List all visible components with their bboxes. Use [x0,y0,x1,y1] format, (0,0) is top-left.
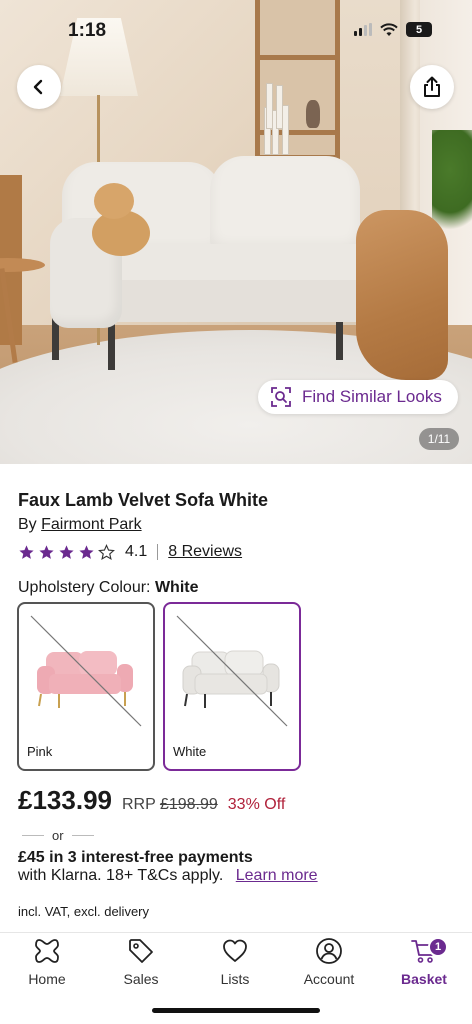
nav-home[interactable]: Home [7,937,87,987]
chevron-left-icon [33,79,43,95]
status-time: 1:18 [68,20,107,41]
white-sofa-thumbnail [176,615,288,727]
visual-search-icon [271,387,291,407]
nav-label: Home [28,971,66,987]
sofa-base [96,280,396,322]
rrp: RRP £198.99 [122,796,218,814]
star-filled-icon [19,544,34,559]
home-icon [35,939,59,963]
learn-more-link[interactable]: Learn more [236,867,318,884]
star-empty-icon [98,543,115,560]
klarna-terms-text: with Klarna. 18+ T&Cs apply. [18,867,224,884]
colour-option-label: White [173,744,207,759]
vat-note: incl. VAT, excl. delivery [18,904,150,919]
product-image[interactable]: 1:18 5 Find Similar Looks 1/11 [0,0,472,464]
share-icon [424,76,440,97]
rating-row: 4.1 8 Reviews [18,543,242,561]
heart-icon [223,939,247,962]
current-price: £133.99 [18,785,112,815]
rating-stars [18,543,115,561]
tag-icon [129,939,153,963]
discount-badge: 33% Off [227,796,286,813]
nav-lists[interactable]: Lists [195,937,275,987]
upholstery-label: Upholstery Colour: [18,579,151,596]
product-title: Faux Lamb Velvet Sofa White [18,490,269,510]
nav-basket[interactable]: 1 Basket [384,937,464,987]
klarna-headline: £45 in 3 interest-free payments [18,849,253,866]
reviews-link[interactable]: 8 Reviews [168,543,242,561]
star-filled-icon [79,544,94,559]
home-indicator [152,1008,320,1013]
nav-sales[interactable]: Sales [101,937,181,987]
nav-label: Lists [220,971,250,987]
share-button[interactable] [410,65,454,109]
rating-divider [157,544,159,560]
upholstery-colour: Upholstery Colour: White [18,579,199,597]
star-filled-icon [59,544,74,559]
plant [432,130,472,230]
account-icon [316,938,342,964]
colour-option-label: Pink [27,744,53,759]
brand-prefix: By [18,516,37,533]
star-filled-icon [39,544,54,559]
colour-option-white[interactable]: White [163,602,301,771]
or-divider: or [22,828,94,843]
teddy-bear-head [94,183,134,219]
nav-label: Basket [401,971,447,987]
back-button[interactable] [17,65,61,109]
sofa-cushion-right [210,156,360,254]
upholstery-selected: White [154,579,199,596]
image-counter: 1/11 [419,428,459,450]
find-similar-looks-button[interactable]: Find Similar Looks [258,380,458,414]
price-row: £133.99 RRP £198.99 33% Off [18,785,285,816]
throw-blanket [356,210,448,380]
bookshelf [255,0,340,160]
nav-label: Sales [123,971,159,987]
basket-count-badge: 1 [428,937,448,957]
pink-sofa-thumbnail [30,615,142,727]
brand-link[interactable]: Fairmont Park [41,516,141,533]
cellular-signal-icon [354,23,372,36]
nav-account[interactable]: Account [289,937,369,987]
find-similar-looks-label: Find Similar Looks [302,387,442,406]
colour-option-pink[interactable]: Pink [17,602,155,771]
rrp-value: £198.99 [159,796,218,813]
brand-line: By Fairmont Park [18,516,142,534]
nav-label: Account [303,971,355,987]
rrp-label: RRP [121,796,156,813]
rating-value: 4.1 [125,543,148,560]
battery-icon: 5 [406,22,432,37]
klarna-terms: with Klarna. 18+ T&Cs apply. Learn more [18,867,318,885]
or-label: or [52,828,64,843]
wifi-icon [380,22,398,36]
status-icons: 5 [354,22,432,37]
